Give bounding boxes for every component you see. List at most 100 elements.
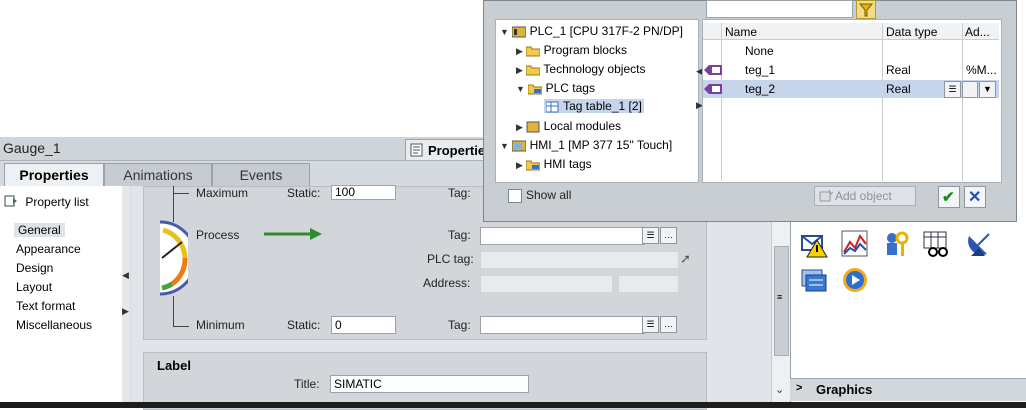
maximum-static-label: Static: xyxy=(287,186,321,200)
list-icon xyxy=(4,195,18,210)
grid-cell-type: Real xyxy=(886,82,911,96)
title-label: Title: xyxy=(294,377,320,391)
tab-properties[interactable]: Properties xyxy=(4,163,104,186)
column-divider xyxy=(962,23,963,181)
nav-item-design[interactable]: Design xyxy=(16,261,53,275)
expanded-icon: ▼ xyxy=(516,84,525,94)
tree-item-technology-objects[interactable]: ▶ Technology objects xyxy=(516,62,645,76)
tree-item-plc[interactable]: ▼ PLC_1 [CPU 317F-2 PN/DP] xyxy=(500,24,683,38)
tree-item-hmi-tags[interactable]: ▶ HMI tags xyxy=(516,157,592,171)
module-icon xyxy=(526,121,540,133)
tab-events[interactable]: Events xyxy=(212,163,310,186)
add-object-icon xyxy=(819,189,834,206)
minimum-tag-input[interactable] xyxy=(480,316,645,334)
grid-cell-name: teg_2 xyxy=(745,82,776,96)
scrollbar-thumb[interactable]: ≡ xyxy=(774,246,789,356)
close-icon: ✕ xyxy=(968,189,982,206)
alarm-icon[interactable] xyxy=(801,230,829,261)
status-force-icon[interactable] xyxy=(801,266,829,297)
nav-item-general[interactable]: General xyxy=(14,223,65,237)
checkmark-icon: ✔ xyxy=(942,189,955,206)
minimum-static-input[interactable]: 0 xyxy=(331,316,396,334)
show-all-label: Show all xyxy=(526,188,572,202)
tag-icon xyxy=(704,83,722,98)
address-field xyxy=(480,275,613,293)
expanded-icon: ▼ xyxy=(500,27,509,37)
property-nav: Property list General Appearance Design … xyxy=(0,186,123,408)
process-tag-input[interactable] xyxy=(480,227,645,245)
filter-icon[interactable] xyxy=(856,0,876,19)
tree-item-label: PLC_1 [CPU 317F-2 PN/DP] xyxy=(529,24,684,38)
chevron-right-icon: > xyxy=(796,382,803,394)
cancel-button[interactable]: ✕ xyxy=(964,186,986,208)
tab-events-label: Events xyxy=(239,167,283,183)
user-key-icon[interactable] xyxy=(883,230,911,261)
dropdown-chevron-icon[interactable]: ▼ xyxy=(979,81,996,98)
goto-arrow-icon[interactable]: ➚ xyxy=(680,251,691,267)
graphics-section-header[interactable]: > Graphics xyxy=(790,378,1026,401)
gauge-icon xyxy=(158,220,198,299)
list-button-icon[interactable]: ☰ xyxy=(944,81,961,98)
media-player-icon[interactable] xyxy=(841,266,869,297)
property-list-link[interactable]: Property list xyxy=(4,195,89,210)
tree-item-program-blocks[interactable]: ▶ Program blocks xyxy=(516,43,627,57)
list-button-icon[interactable]: ☰ xyxy=(642,316,659,333)
label-heading: Label xyxy=(157,358,191,373)
nav-item-appearance[interactable]: Appearance xyxy=(16,242,81,256)
column-divider xyxy=(882,23,883,181)
tree-item-label: HMI tags xyxy=(543,157,592,171)
bottom-strip xyxy=(0,402,1026,408)
browse-button-icon[interactable]: … xyxy=(660,316,677,333)
collapsed-icon: ▶ xyxy=(516,46,523,56)
plc-icon xyxy=(511,26,527,38)
connector-line xyxy=(173,186,174,222)
minimum-label: Minimum xyxy=(196,318,245,332)
address-label: Address: xyxy=(423,276,471,290)
grid-cell-type: Real xyxy=(886,63,911,77)
tab-animations[interactable]: Animations xyxy=(104,163,212,186)
nav-item-layout[interactable]: Layout xyxy=(16,280,52,294)
trend-icon[interactable] xyxy=(841,230,869,261)
tree-item-tag-table[interactable]: Tag table_1 [2] xyxy=(544,99,644,113)
folder-icon xyxy=(525,64,541,76)
nav-item-text-format[interactable]: Text format xyxy=(16,299,75,313)
minimum-static-label: Static: xyxy=(287,318,321,332)
grip-icon: ≡ xyxy=(777,292,783,302)
ok-button[interactable]: ✔ xyxy=(938,186,960,208)
tab-properties-label: Properties xyxy=(19,167,89,183)
column-header-data-type[interactable]: Data type xyxy=(886,25,937,39)
collapse-left-icon: ◀ xyxy=(122,270,129,280)
scroll-down-icon[interactable]: ⌄ xyxy=(775,383,784,396)
filter-input[interactable] xyxy=(706,0,853,18)
properties-icon xyxy=(410,143,424,160)
tree-item-label: Technology objects xyxy=(543,62,646,76)
column-header-name[interactable]: Name xyxy=(725,25,757,39)
collapsed-icon: ▶ xyxy=(516,160,523,170)
add-object-button[interactable]: Add object xyxy=(814,186,916,206)
tree-item-label: Program blocks xyxy=(543,43,627,57)
tree-item-label: PLC tags xyxy=(545,81,595,95)
address-field-2 xyxy=(618,275,679,293)
tree-item-label: Tag table_1 [2] xyxy=(563,99,642,113)
process-tag-label: Tag: xyxy=(448,228,471,242)
recipe-view-icon[interactable] xyxy=(923,230,951,261)
expanded-icon: ▼ xyxy=(500,141,509,151)
connector-line xyxy=(173,296,174,326)
list-button-icon[interactable]: ☰ xyxy=(642,227,659,244)
address-dropdown[interactable] xyxy=(962,81,978,98)
hmi-device-icon xyxy=(511,140,527,152)
grid-row-none[interactable]: None xyxy=(745,44,774,58)
tree-item-hmi[interactable]: ▼ HMI_1 [MP 377 15" Touch] xyxy=(500,138,672,152)
column-header-address[interactable]: Ad... xyxy=(965,25,990,39)
object-name: Gauge_1 xyxy=(3,140,61,156)
nav-collapse-bar[interactable]: ◀ ▶ xyxy=(122,186,130,408)
tree-item-local-modules[interactable]: ▶ Local modules xyxy=(516,119,621,133)
tab-animations-label: Animations xyxy=(123,167,193,183)
title-input[interactable]: SIMATIC xyxy=(330,375,529,393)
satellite-dish-icon[interactable] xyxy=(965,230,993,261)
tree-item-plc-tags[interactable]: ▼ PLC tags xyxy=(516,81,595,95)
browse-button-icon[interactable]: … xyxy=(660,227,677,244)
nav-item-miscellaneous[interactable]: Miscellaneous xyxy=(16,318,92,332)
show-all-checkbox[interactable] xyxy=(508,189,522,203)
maximum-static-input[interactable]: 100 xyxy=(331,185,396,200)
